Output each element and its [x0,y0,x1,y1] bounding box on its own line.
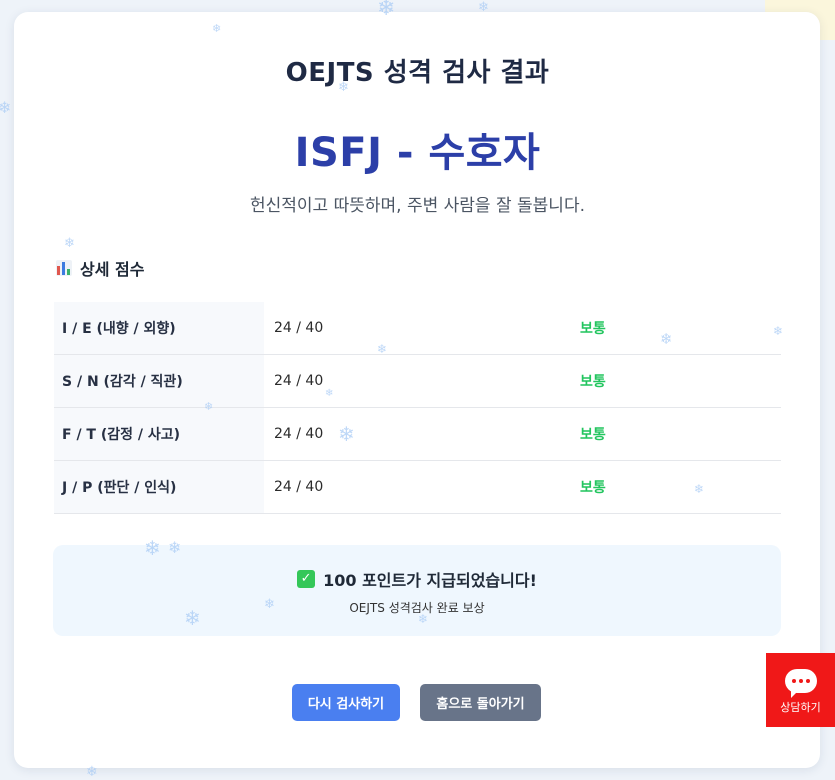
reward-title-text: 100 포인트가 지급되었습니다! [323,571,537,590]
dimension-cell: J / P (판단 / 인식) [54,460,264,514]
level-cell: 보통 [580,302,781,355]
chat-consult-label: 상담하기 [780,701,821,714]
table-row: J / P (판단 / 인식) 24 / 40 보통 [54,460,781,514]
snowflake-icon: ❄ [0,98,12,117]
dimension-cell: S / N (감각 / 직관) [54,354,264,408]
score-cell: 24 / 40 [264,407,580,461]
table-row: F / T (감정 / 사고) 24 / 40 보통 [54,407,781,461]
detail-score-label: 상세 점수 [80,260,145,279]
check-mark-icon: ✓ [297,570,316,588]
table-row: S / N (감각 / 직관) 24 / 40 보통 [54,354,781,408]
level-cell: 보통 [580,460,781,514]
score-cell: 24 / 40 [264,302,580,355]
detail-score-heading: 상세 점수 [56,256,144,280]
bar-chart-icon [56,260,72,276]
chat-bubble-icon [784,669,817,698]
reward-banner: ✓ 100 포인트가 지급되었습니다! OEJTS 성격검사 완료 보상 [53,545,781,636]
level-cell: 보통 [580,354,781,408]
score-cell: 24 / 40 [264,354,580,408]
reward-subtitle: OEJTS 성격검사 완료 보상 [349,601,485,615]
retry-test-button[interactable]: 다시 검사하기 [292,684,400,721]
personality-type-description: 헌신적이고 따뜻하며, 주변 사람을 잘 돌봅니다. [250,196,585,216]
score-cell: 24 / 40 [264,460,580,514]
personality-type-name: ISFJ - 수호자 [294,130,541,176]
dimension-cell: F / T (감정 / 사고) [54,407,264,461]
score-table: I / E (내향 / 외향) 24 / 40 보통 S / N (감각 / 직… [54,302,781,514]
page-title: OEJTS 성격 검사 결과 [285,58,550,88]
chat-consult-button[interactable]: 상담하기 [766,653,835,727]
dimension-cell: I / E (내향 / 외향) [54,302,264,355]
go-home-button[interactable]: 홈으로 돌아가기 [420,684,541,721]
table-row: I / E (내향 / 외향) 24 / 40 보통 [54,302,781,355]
level-cell: 보통 [580,407,781,461]
reward-title: ✓ 100 포인트가 지급되었습니다! [53,567,781,591]
